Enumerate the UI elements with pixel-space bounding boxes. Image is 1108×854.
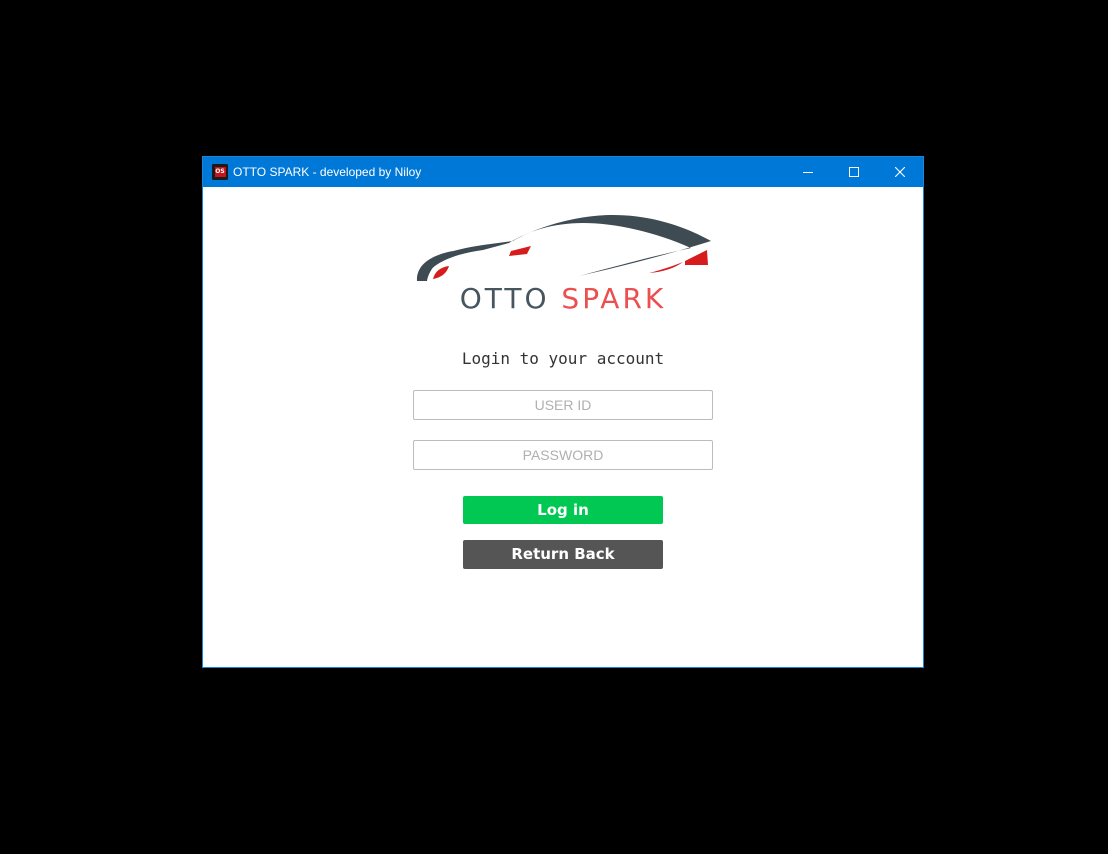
login-window: OS OTTO SPARK - developed by Niloy OTTO … — [202, 156, 924, 668]
maximize-button[interactable] — [831, 157, 877, 187]
app-logo-icon-text: OS — [214, 167, 226, 177]
minimize-icon — [803, 172, 813, 173]
login-heading: Login to your account — [461, 349, 665, 368]
title-bar[interactable]: OS OTTO SPARK - developed by Niloy — [203, 157, 923, 187]
close-button[interactable] — [877, 157, 923, 187]
maximize-icon — [849, 167, 859, 177]
login-button[interactable]: Log in — [463, 496, 663, 524]
window-title: OTTO SPARK - developed by Niloy — [233, 165, 422, 179]
app-logo-icon: OS — [212, 164, 228, 180]
minimize-button[interactable] — [785, 157, 831, 187]
brand-wordmark: OTTO SPARK — [203, 282, 923, 315]
brand-word-otto: OTTO — [459, 282, 550, 315]
user-id-input[interactable] — [413, 390, 713, 420]
brand-word-spark: SPARK — [561, 282, 667, 315]
close-icon — [895, 167, 905, 177]
return-back-button[interactable]: Return Back — [463, 540, 663, 569]
password-input[interactable] — [413, 440, 713, 470]
